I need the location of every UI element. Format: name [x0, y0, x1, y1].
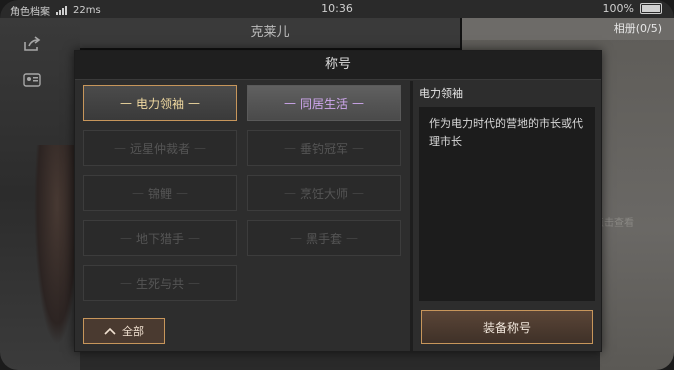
title-label: 地下猎手 [135, 231, 184, 246]
title-label: 生死与共 [135, 276, 184, 291]
equip-title-button[interactable]: 装备称号 [421, 310, 593, 344]
panel-divider [410, 81, 413, 351]
title-item-life-and-death[interactable]: — 生死与共 — [83, 265, 237, 301]
title-item-arbiter[interactable]: — 远星仲裁者 — [83, 130, 237, 166]
detail-title: 电力领袖 [419, 87, 463, 100]
title-label: 烹饪大师 [299, 186, 348, 201]
title-label: 远星仲裁者 [129, 141, 190, 156]
title-item-master-chef[interactable]: — 烹饪大师 — [247, 175, 401, 211]
profile-card-icon[interactable] [18, 66, 46, 94]
detail-description: 作为电力时代的营地的市长或代理市长 [429, 117, 583, 148]
title-item-fishing-champion[interactable]: — 垂钓冠军 — [247, 130, 401, 166]
equip-title-label: 装备称号 [482, 320, 531, 335]
title-label: 锦鲤 [147, 186, 172, 201]
clock: 10:36 [321, 2, 353, 15]
title-item-cohabitation[interactable]: — 同居生活 — [247, 85, 401, 121]
detail-description-box: 作为电力时代的营地的市长或代理市长 [419, 107, 595, 301]
battery-icon [640, 3, 662, 14]
game-screen: 角色档案 22ms 10:36 100% 克莱儿 点击查看 相册(0/5) 称号… [0, 0, 674, 370]
title-detail-panel: 电力领袖 作为电力时代的营地的市长或代理市长 [419, 85, 595, 305]
title-label: 黑手套 [305, 231, 342, 246]
dialog-title: 称号 [75, 51, 601, 80]
filter-all-label: 全部 [122, 325, 144, 338]
character-name: 克莱儿 [80, 18, 460, 48]
title-grid: — 电力领袖 — — 同居生活 — — 远星仲裁者 — — 垂钓冠军 — — 锦鲤 — — 烹饪大师 —… [83, 85, 413, 305]
title-item-koi[interactable]: — 锦鲤 — [83, 175, 237, 211]
title-item-black-glove[interactable]: — 黑手套 — [247, 220, 401, 256]
title-label: 垂钓冠军 [299, 141, 348, 156]
share-icon[interactable] [18, 30, 46, 58]
title-item-underground-hunter[interactable]: — 地下猎手 — [83, 220, 237, 256]
title-label: 同居生活 [299, 96, 348, 111]
title-label: 电力领袖 [135, 96, 184, 111]
battery-percent: 100% [602, 2, 634, 15]
chevron-up-icon [104, 325, 116, 338]
status-bar: 角色档案 22ms 10:36 100% [0, 0, 674, 18]
album-tab[interactable]: 相册(0/5) [462, 18, 674, 40]
title-dialog: 称号 — 电力领袖 — — 同居生活 — — 远星仲裁者 — — 垂钓冠军 — — 锦鲤 — — 烹饪… [74, 50, 602, 352]
title-item-power-leader[interactable]: — 电力领袖 — [83, 85, 237, 121]
filter-all-button[interactable]: 全部 [83, 318, 165, 344]
